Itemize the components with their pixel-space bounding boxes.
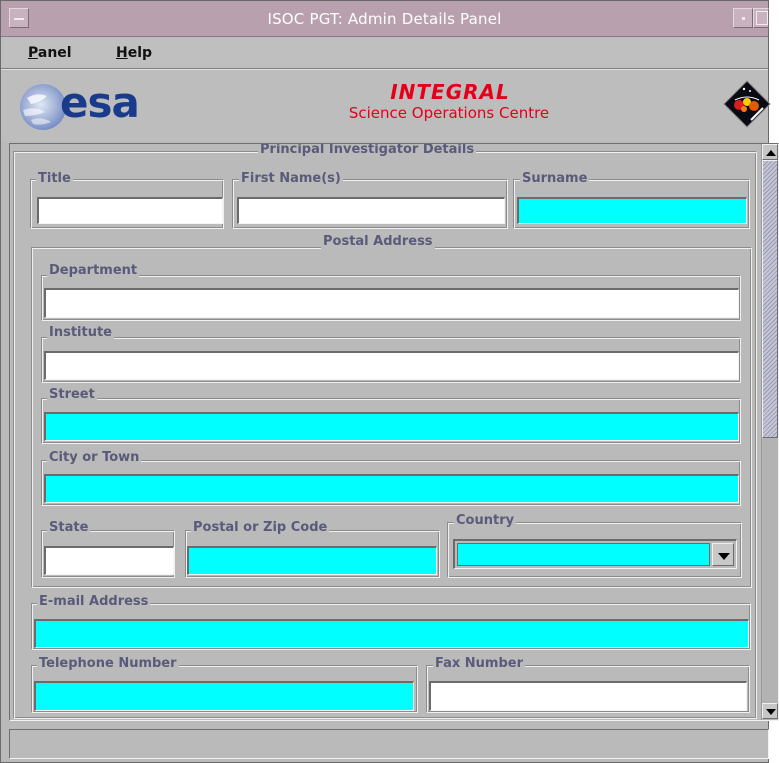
- title-bar[interactable]: ISOC PGT: Admin Details Panel: [1, 1, 769, 37]
- maximize-icon[interactable]: [753, 8, 769, 28]
- fax-field[interactable]: [429, 681, 747, 711]
- chevron-down-icon[interactable]: [712, 543, 734, 566]
- menu-panel[interactable]: Panel: [28, 45, 72, 61]
- pi-details-legend: Principal Investigator Details: [258, 144, 477, 157]
- menu-help-mnemonic: H: [116, 45, 128, 61]
- arrow-up-icon[interactable]: [762, 144, 778, 160]
- country-value: [457, 543, 710, 566]
- admin-details-window: ISOC PGT: Admin Details Panel Panel Help: [0, 0, 779, 763]
- telephone-field[interactable]: [34, 681, 414, 711]
- status-bar: [9, 729, 769, 759]
- city-label: City or Town: [47, 450, 142, 465]
- state-label: State: [47, 520, 91, 535]
- institute-label: Institute: [47, 325, 115, 340]
- surname-field[interactable]: [517, 197, 747, 224]
- menu-panel-label: anel: [37, 45, 72, 61]
- integral-title: INTEGRAL: [390, 80, 510, 104]
- window-title: ISOC PGT: Admin Details Panel: [267, 10, 502, 28]
- department-label: Department: [47, 263, 140, 278]
- zip-field[interactable]: [187, 546, 437, 575]
- email-field[interactable]: [34, 619, 749, 648]
- department-field[interactable]: [44, 288, 739, 318]
- minimize-icon[interactable]: [733, 8, 753, 28]
- fax-label: Fax Number: [433, 656, 526, 671]
- state-field[interactable]: [44, 546, 174, 575]
- scrollbar-thumb[interactable]: [762, 160, 778, 438]
- email-label: E-mail Address: [37, 594, 151, 609]
- telephone-label: Telephone Number: [37, 656, 179, 671]
- menu-bar: Panel Help: [1, 37, 768, 69]
- country-select[interactable]: [453, 539, 737, 569]
- menu-help[interactable]: Help: [116, 45, 152, 61]
- first-name-field[interactable]: [237, 197, 505, 224]
- street-label: Street: [47, 387, 97, 402]
- zip-label: Postal or Zip Code: [191, 520, 330, 535]
- form-scroll-pane[interactable]: Principal Investigator Details Title Fir…: [9, 143, 779, 721]
- surname-label: Surname: [520, 171, 590, 186]
- arrow-down-icon[interactable]: [762, 703, 778, 719]
- institute-field[interactable]: [44, 351, 739, 380]
- menu-help-label: elp: [127, 45, 153, 61]
- integral-subtitle: Science Operations Centre: [348, 104, 550, 122]
- street-field[interactable]: [44, 412, 739, 441]
- vertical-scrollbar[interactable]: [761, 144, 778, 720]
- city-field[interactable]: [44, 474, 739, 503]
- form-content: Principal Investigator Details Title Fir…: [10, 144, 761, 720]
- country-label: Country: [454, 513, 517, 528]
- title-label: Title: [36, 171, 73, 186]
- banner: esa INTEGRAL Science Operations Centre: [1, 69, 771, 141]
- menu-panel-mnemonic: P: [28, 45, 38, 61]
- esa-logo: esa: [17, 78, 167, 134]
- title-field[interactable]: [37, 197, 223, 224]
- esa-logo-text: esa: [60, 78, 140, 127]
- integral-mission-logo-icon: [723, 80, 771, 128]
- first-name-label: First Name(s): [239, 171, 343, 186]
- postal-address-legend: Postal Address: [321, 234, 435, 249]
